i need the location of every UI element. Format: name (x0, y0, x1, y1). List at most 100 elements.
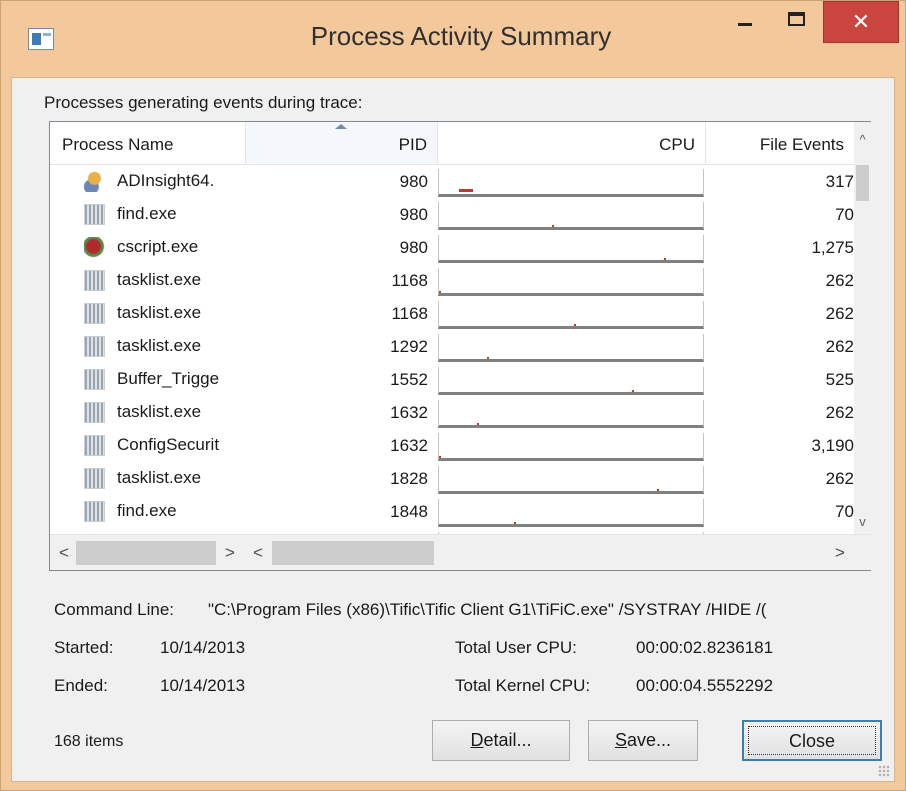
name-scroll-thumb[interactable] (76, 541, 216, 565)
cpu-timeline-cell (438, 334, 704, 362)
pid-cell: 1632 (390, 403, 428, 422)
cpu-timeline-cell (438, 400, 704, 428)
file-events-cell: 262 (825, 304, 854, 323)
sort-ascending-icon (335, 124, 347, 129)
close-button[interactable]: Close (742, 720, 882, 761)
total-user-cpu-label: Total User CPU: (455, 638, 577, 657)
total-kernel-cpu-value: 00:00:04.5552292 (636, 676, 774, 695)
column-header-process-name[interactable]: Process Name (50, 122, 246, 164)
maximize-button[interactable] (771, 1, 821, 43)
table-row[interactable]: tasklist.exe 1632 262 (50, 396, 854, 429)
main-scroll-right-icon[interactable]: > (830, 541, 850, 565)
vertical-scroll-thumb[interactable] (856, 165, 869, 201)
resize-grip-icon[interactable] (878, 765, 890, 777)
command-line-label: Command Line: (54, 600, 175, 619)
scroll-up-icon[interactable]: ^ (854, 130, 871, 150)
pid-cell: 980 (399, 238, 428, 257)
file-events-cell: 262 (825, 271, 854, 290)
cpu-timeline-cell (438, 268, 704, 296)
table-row[interactable]: ADInsight64. 980 317 (50, 165, 854, 198)
cpu-activity-mark (439, 291, 441, 293)
name-scroll-right-icon[interactable]: > (220, 541, 240, 565)
file-events-cell: 262 (825, 337, 854, 356)
dialog-body: Processes generating events during trace… (11, 77, 895, 782)
app-icon (84, 204, 105, 225)
column-header-cpu[interactable]: CPU (438, 122, 706, 164)
process-name-cell: find.exe (50, 495, 246, 528)
process-name-cell: tasklist.exe (50, 297, 246, 330)
started-label: Started: (54, 638, 114, 657)
process-name: find.exe (117, 204, 177, 223)
cpu-activity-mark (632, 390, 634, 392)
cpu-activity-mark (487, 357, 489, 359)
save-accel: S (614, 730, 627, 750)
process-name: tasklist.exe (117, 270, 202, 289)
table-row[interactable]: tasklist.exe 1292 262 (50, 330, 854, 363)
main-scroll-thumb[interactable] (272, 541, 434, 565)
minimize-button[interactable] (719, 1, 769, 43)
main-scroll-left-icon[interactable]: < (248, 541, 268, 565)
focus-rectangle (748, 726, 876, 755)
table-row[interactable]: tasklist.exe 1828 262 (50, 462, 854, 495)
pid-cell: 980 (399, 205, 428, 224)
table-row[interactable]: Buffer_Trigge 1552 525 (50, 363, 854, 396)
pid-cell: 1828 (390, 469, 428, 488)
cpu-activity-mark (459, 189, 473, 192)
process-name: Buffer_Trigge (117, 369, 220, 388)
vertical-scrollbar[interactable]: ^ v (854, 122, 871, 534)
pid-cell: 1292 (390, 337, 428, 356)
app-icon (84, 435, 105, 456)
process-name-cell: cscript.exe (50, 231, 246, 264)
table-row[interactable]: cscript.exe 980 1,275 (50, 231, 854, 264)
process-name-cell: ADInsight64. (50, 165, 246, 198)
app-icon (84, 468, 105, 489)
scroll-down-icon[interactable]: v (854, 512, 871, 532)
file-events-cell: 1,275 (811, 238, 854, 257)
detail-button[interactable]: Detail... (432, 720, 570, 761)
process-name-cell: ConfigSecurit (50, 429, 246, 462)
table-row[interactable]: ConfigSecurit 1632 3,190 (50, 429, 854, 462)
file-events-cell: 70 (835, 502, 854, 521)
process-list[interactable]: Process Name PID CPU File Events ADInsig… (49, 121, 871, 571)
cpu-timeline-cell (438, 235, 704, 263)
ended-value: 10/14/2013 (160, 676, 246, 695)
detail-label: etail... (483, 730, 532, 750)
table-row[interactable]: tasklist.exe 1168 262 (50, 264, 854, 297)
item-count: 168 items (54, 733, 124, 750)
app-icon (84, 369, 105, 390)
minimize-icon (738, 23, 752, 26)
list-rows: ADInsight64. 980 317 find.exe 980 70 cscript.e… (50, 165, 854, 534)
table-row[interactable]: find.exe 980 70 (50, 198, 854, 231)
cpu-activity-mark (574, 324, 576, 326)
cpu-activity-mark (657, 489, 659, 491)
process-name: tasklist.exe (117, 336, 202, 355)
close-window-button[interactable]: ✕ (823, 1, 899, 43)
cpu-timeline-cell (438, 466, 704, 494)
app-icon (84, 336, 105, 357)
pid-cell: 1848 (390, 502, 428, 521)
process-name: cscript.exe (117, 237, 199, 256)
title-bar[interactable]: Process Activity Summary ✕ (1, 1, 905, 77)
process-name: find.exe (117, 501, 177, 520)
table-row[interactable]: tasklist.exe 1168 262 (50, 297, 854, 330)
file-events-cell: 70 (835, 205, 854, 224)
app-icon (84, 270, 105, 291)
process-name: tasklist.exe (117, 402, 202, 421)
process-activity-window: Process Activity Summary ✕ Processes gen… (0, 0, 906, 791)
total-kernel-cpu-label: Total Kernel CPU: (455, 676, 591, 695)
file-events-cell: 262 (825, 469, 854, 488)
pid-cell: 1168 (391, 304, 428, 323)
save-button[interactable]: Save... (588, 720, 698, 761)
cpu-activity-mark (477, 423, 479, 425)
column-header-file-events[interactable]: File Events (706, 122, 854, 164)
cpu-timeline-cell (438, 367, 704, 395)
cpu-activity-mark (552, 225, 554, 227)
table-row[interactable]: find.exe 1848 70 (50, 495, 854, 528)
detail-accel: D (470, 730, 484, 750)
pid-cell: 1632 (390, 436, 428, 455)
name-scroll-left-icon[interactable]: < (54, 541, 74, 565)
cpu-timeline-cell (438, 301, 704, 329)
cpu-timeline-cell (438, 202, 704, 230)
app-icon[interactable] (28, 28, 54, 50)
script-icon (84, 237, 105, 258)
